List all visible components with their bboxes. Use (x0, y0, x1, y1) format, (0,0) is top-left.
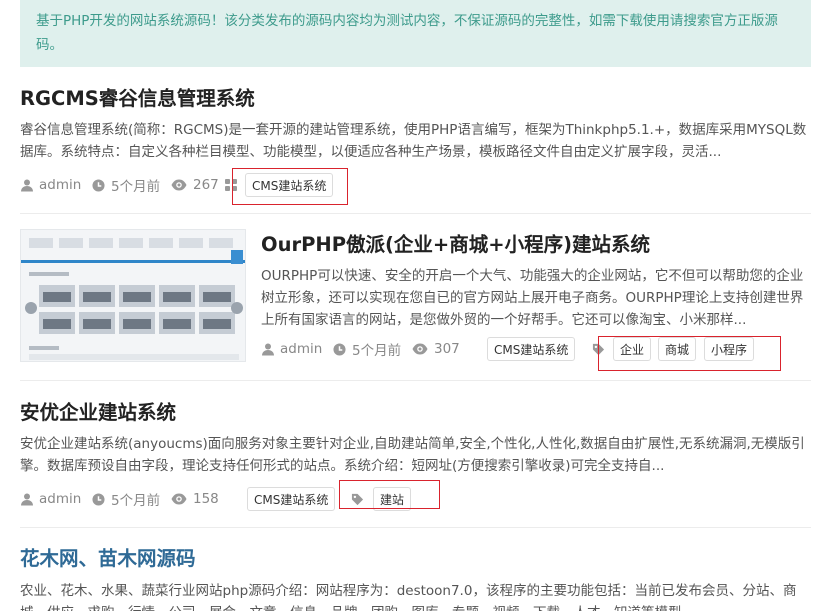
eye-icon (412, 343, 428, 355)
divider (20, 527, 811, 528)
thumbnail-image (21, 230, 245, 361)
clock-icon (92, 178, 105, 192)
clock-icon (333, 342, 346, 356)
category-tag[interactable]: CMS建站系统 (487, 337, 576, 361)
time-meta: 5个月前 (92, 171, 160, 199)
divider (20, 213, 811, 214)
author-meta[interactable]: admin (261, 335, 322, 363)
author-name: admin (280, 341, 323, 357)
view-count: 307 (434, 341, 460, 357)
post-title[interactable]: RGCMS睿谷信息管理系统 (20, 86, 811, 112)
views-meta: 158 (171, 485, 219, 513)
author-name: admin (39, 491, 82, 507)
post-time: 5个月前 (111, 493, 161, 509)
post-title[interactable]: 安优企业建站系统 (20, 400, 811, 426)
time-meta: 5个月前 (92, 485, 160, 513)
highlight-box (339, 480, 440, 509)
post-card-anyoucms: 安优企业建站系统 安优企业建站系统(anyoucms)面向服务对象主要针对企业,… (20, 400, 811, 515)
eye-icon (171, 179, 187, 191)
post-excerpt: 农业、花木、水果、蔬菜行业网站php源码介绍：网站程序为：destoon7.0，… (20, 583, 797, 611)
author-meta[interactable]: admin (20, 485, 81, 513)
view-count: 267 (193, 177, 219, 193)
post-excerpt: 安优企业建站系统(anyoucms)面向服务对象主要针对企业,自助建站简单,安全… (20, 436, 805, 474)
user-icon (21, 493, 33, 506)
category-tag[interactable]: CMS建站系统 (247, 487, 336, 511)
eye-icon (171, 493, 187, 505)
highlight-box (598, 336, 781, 371)
post-excerpt: 睿谷信息管理系统(简称：RGCMS)是一套开源的建站管理系统，使用PHP语言编写… (20, 122, 807, 160)
post-time: 5个月前 (352, 343, 402, 359)
clock-icon (92, 492, 105, 506)
divider (20, 380, 811, 381)
author-meta[interactable]: admin (20, 171, 81, 199)
post-time: 5个月前 (111, 179, 161, 195)
post-title[interactable]: OurPHP傲派(企业+商城+小程序)建站系统 (261, 232, 811, 258)
views-meta: 267 (171, 171, 219, 199)
author-name: admin (39, 177, 82, 193)
views-meta: 307 (412, 335, 460, 363)
time-meta: 5个月前 (333, 335, 401, 363)
post-meta: admin 5个月前 267 CMS建站系统 (20, 171, 811, 199)
post-thumbnail[interactable] (20, 229, 246, 362)
user-icon (262, 343, 274, 356)
view-count: 158 (193, 491, 219, 507)
post-title[interactable]: 花木网、苗木网源码 (20, 546, 811, 572)
user-icon (21, 179, 33, 192)
post-card-rgcms: RGCMS睿谷信息管理系统 睿谷信息管理系统(简称：RGCMS)是一套开源的建站… (20, 86, 811, 206)
post-excerpt: OURPHP可以快速、安全的开启一个大气、功能强大的企业网站，它不但可以帮助您的… (261, 268, 804, 328)
post-card-ourphp: OurPHP傲派(企业+商城+小程序)建站系统 OURPHP可以快速、安全的开启… (261, 232, 811, 372)
post-card-flower: 花木网、苗木网源码 农业、花木、水果、蔬菜行业网站php源码介绍：网站程序为：d… (20, 546, 811, 611)
highlight-box (232, 168, 348, 205)
category-notice: 基于PHP开发的网站系统源码！该分类发布的源码内容均为测试内容，不保证源码的完整… (20, 0, 811, 67)
